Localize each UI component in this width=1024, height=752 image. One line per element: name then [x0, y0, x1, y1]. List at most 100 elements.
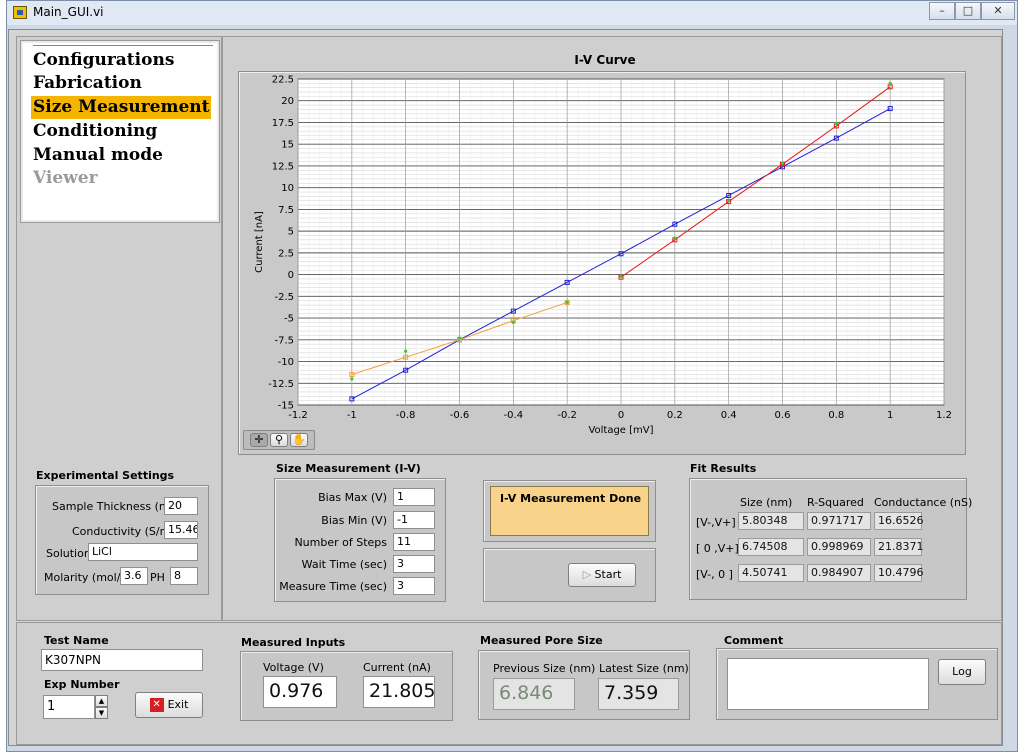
- y-tick-label: 7.5: [278, 205, 294, 216]
- menu-top-divider: [33, 45, 213, 46]
- fit-results-group: Size (nm) R-Squared Conductance (nS) [V-…: [689, 478, 972, 600]
- x-tick-label: -0.6: [450, 410, 470, 421]
- window-title: Main_GUI.vi: [33, 5, 104, 19]
- decrement-arrow-icon[interactable]: ▼: [95, 707, 108, 719]
- menu-item-configurations[interactable]: Configurations: [33, 49, 174, 72]
- fit-r-squared-value: 0.998969: [807, 538, 871, 556]
- x-tick-label: 0.6: [775, 410, 791, 421]
- ph-label: PH: [150, 571, 165, 584]
- menu-item-fabrication[interactable]: Fabrication: [33, 72, 142, 95]
- y-tick-label: -2.5: [274, 292, 294, 303]
- restore-button[interactable]: □: [955, 2, 981, 20]
- exp-number-label: Exp Number: [44, 678, 120, 691]
- current-label: Current (nA): [363, 661, 431, 674]
- measured-inputs-title: Measured Inputs: [241, 636, 346, 649]
- molarity-input[interactable]: 3.6: [120, 567, 148, 585]
- menu-item-size-measurement[interactable]: Size Measurement: [31, 96, 211, 119]
- y-tick-label: 0: [288, 270, 294, 281]
- data-point-marker: [834, 121, 838, 125]
- increment-arrow-icon[interactable]: ▲: [95, 695, 108, 707]
- number-of-steps-input[interactable]: 11: [393, 533, 435, 551]
- start-button-label: Start: [594, 568, 622, 581]
- fit-conductance-value: 10.4796: [874, 564, 924, 582]
- y-tick-label: 2.5: [278, 248, 294, 259]
- bias-min-label: Bias Min (V): [321, 514, 387, 527]
- x-tick-label: 0.8: [828, 410, 844, 421]
- iv-curve-chart[interactable]: 22.52017.51512.5107.552.50-2.5-5-7.5-10-…: [238, 71, 966, 455]
- chart-title: I-V Curve: [574, 53, 636, 67]
- test-name-input[interactable]: K307NPN: [41, 649, 203, 671]
- sample-thickness-input[interactable]: 20: [164, 497, 198, 515]
- current-display: 21.805: [363, 676, 435, 708]
- status-indicator-frame: I-V Measurement Done: [483, 480, 656, 542]
- measure-time-input[interactable]: 3: [393, 577, 435, 595]
- data-point-marker: [457, 336, 462, 340]
- bias-max-label: Bias Max (V): [318, 491, 387, 504]
- exit-button-label: Exit: [167, 698, 189, 711]
- y-tick-label: -10: [278, 357, 294, 368]
- y-tick-label: 20: [281, 96, 294, 107]
- conductivity-input[interactable]: 15.46: [164, 521, 198, 539]
- start-button[interactable]: ▷ Start: [568, 563, 636, 587]
- start-button-frame: ▷ Start: [483, 548, 656, 602]
- fit-size-value: 5.80348: [738, 512, 804, 530]
- experimental-settings-group: Sample Thickness (nm) 20 Conductivity (S…: [35, 485, 209, 595]
- ph-input[interactable]: 8: [170, 567, 198, 585]
- fit-conductance-value: 16.6526: [874, 512, 924, 530]
- exp-number-input[interactable]: 1: [43, 695, 95, 719]
- measured-pore-size-title: Measured Pore Size: [480, 634, 603, 647]
- conductivity-label: Conductivity (S/m): [72, 525, 175, 538]
- y-tick-label: -7.5: [274, 335, 294, 346]
- data-point-marker: [511, 320, 515, 325]
- voltage-display: 0.976: [263, 676, 337, 708]
- latest-size-display: 7.359: [598, 678, 679, 710]
- x-tick-label: -0.8: [396, 410, 416, 421]
- minimize-button[interactable]: –: [929, 2, 955, 20]
- y-tick-label: -12.5: [268, 379, 294, 390]
- crosshair-icon[interactable]: ✛: [250, 433, 268, 447]
- wait-time-input[interactable]: 3: [393, 555, 435, 573]
- comment-input[interactable]: [727, 658, 929, 710]
- fit-results-title: Fit Results: [690, 462, 757, 475]
- size-measurement-title: Size Measurement (I-V): [276, 462, 421, 475]
- pan-hand-icon[interactable]: ✋: [290, 433, 308, 447]
- navigation-menu[interactable]: Configurations Fabrication Size Measurem…: [20, 40, 220, 223]
- x-tick-label: -1.2: [288, 410, 308, 421]
- latest-size-label: Latest Size (nm): [599, 662, 689, 675]
- x-tick-label: 0.2: [667, 410, 683, 421]
- solution-input[interactable]: LiCl: [88, 543, 198, 561]
- title-bar[interactable]: Main_GUI.vi – □ ✕: [7, 1, 1017, 25]
- fit-row-label: [ 0 ,V+]: [696, 542, 739, 555]
- log-button[interactable]: Log: [938, 659, 986, 685]
- y-tick-label: 10: [281, 183, 294, 194]
- data-point-marker: [673, 236, 677, 240]
- menu-item-viewer: Viewer: [33, 168, 98, 188]
- data-point-marker: [565, 300, 569, 305]
- number-of-steps-label: Number of Steps: [294, 536, 387, 549]
- exit-button[interactable]: ✕ Exit: [135, 692, 203, 718]
- x-tick-label: 1: [887, 410, 893, 421]
- measurement-status-indicator: I-V Measurement Done: [490, 486, 649, 536]
- zoom-icon[interactable]: ⚲: [270, 433, 288, 447]
- measured-inputs-group: Voltage (V) 0.976 Current (nA) 21.805: [240, 651, 453, 721]
- sample-thickness-label: Sample Thickness (nm): [52, 500, 181, 513]
- fit-size-value: 4.50741: [738, 564, 804, 582]
- fit-size-value: 6.74508: [738, 538, 804, 556]
- bias-min-input[interactable]: -1: [393, 511, 435, 529]
- menu-item-manual-mode[interactable]: Manual mode: [33, 144, 163, 167]
- graph-palette: ✛ ⚲ ✋: [243, 430, 315, 450]
- data-point-marker: [727, 199, 731, 203]
- x-tick-label: -0.2: [557, 410, 577, 421]
- y-tick-label: 22.5: [272, 75, 294, 86]
- fit-header-conductance: Conductance (nS): [874, 496, 973, 509]
- close-button[interactable]: ✕: [981, 2, 1015, 20]
- voltage-label: Voltage (V): [263, 661, 324, 674]
- fit-row-label: [V-, 0 ]: [696, 568, 733, 581]
- bias-max-input[interactable]: 1: [393, 488, 435, 506]
- menu-item-conditioning[interactable]: Conditioning: [33, 120, 157, 143]
- x-tick-label: 0: [618, 410, 624, 421]
- y-tick-label: -5: [284, 314, 294, 325]
- x-tick-label: 1.2: [936, 410, 952, 421]
- y-tick-label: 17.5: [272, 118, 294, 129]
- data-point-marker: [619, 274, 623, 278]
